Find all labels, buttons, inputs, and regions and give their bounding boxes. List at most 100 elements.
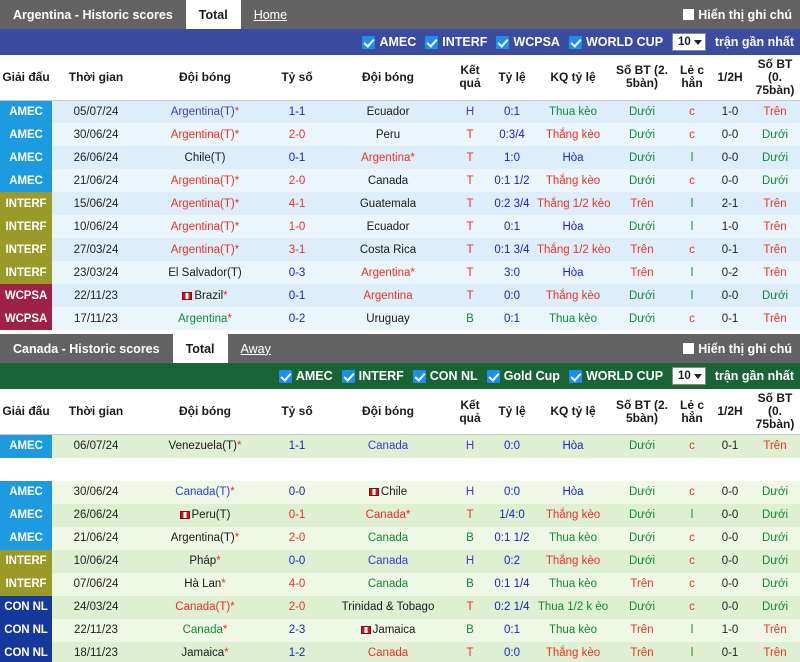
half-time-score: 0-0 bbox=[721, 577, 739, 590]
league-filter-world-cup[interactable]: WORLD CUP bbox=[568, 369, 663, 383]
handicap-odds: 0:1 3/4 bbox=[494, 243, 530, 256]
table-row[interactable]: AMEC 06/07/24 Venezuela(T)* 1-1 Canada H 0:0 Hò… bbox=[0, 434, 800, 458]
team-name: Ecuador bbox=[366, 105, 410, 118]
league-filter-interf[interactable]: INTERF bbox=[425, 35, 487, 49]
show-notes-toggle[interactable]: Hiển thị ghi chú bbox=[683, 334, 792, 363]
handicap-odds: 3:0 bbox=[504, 266, 520, 279]
league-filter-gold-cup[interactable]: Gold Cup bbox=[486, 369, 560, 383]
team-cell: Argentina(T)* bbox=[140, 100, 270, 123]
home-marker-star: * bbox=[224, 646, 229, 659]
table-row[interactable]: INTERF 10/06/24 Pháp* 0-0 Canada H 0:2 Thắng kè… bbox=[0, 549, 800, 573]
league-badge: CON NL bbox=[0, 595, 52, 619]
team-cell: Argentina bbox=[324, 284, 452, 307]
team-cell: Canada bbox=[324, 435, 452, 458]
half-time-score: 0-0 bbox=[721, 151, 739, 164]
match-result: T bbox=[466, 174, 474, 187]
league-badge: WCPSA bbox=[0, 307, 52, 331]
team-cell: Chile bbox=[324, 481, 452, 504]
table-row[interactable]: AMEC 26/06/24 Chile(T) 0-1 Argentina* T 1:0 Hòa… bbox=[0, 146, 800, 170]
match-date: 23/03/24 bbox=[73, 266, 119, 279]
show-notes-toggle[interactable]: Hiển thị ghi chú bbox=[683, 0, 792, 29]
team-name: Chile bbox=[380, 485, 408, 498]
column-header-1: Thời gian bbox=[52, 389, 140, 436]
table-row[interactable]: CON NL 22/11/23 Canada* 2-3 Jamaica B 0:1 Thua … bbox=[0, 618, 800, 642]
handicap-odds: 1:0 bbox=[504, 151, 520, 164]
league-filter-amec[interactable]: AMEC bbox=[362, 35, 416, 49]
checkbox-checked-icon[interactable] bbox=[278, 369, 292, 383]
handicap-odds: 0:1 bbox=[504, 312, 520, 325]
team-cell: Pháp* bbox=[140, 550, 270, 573]
checkbox-checked-icon[interactable] bbox=[496, 35, 510, 49]
handicap-result: Thua kèo bbox=[549, 312, 597, 325]
table-row[interactable]: INTERF 15/06/24 Argentina(T)* 4-1 Guatemala T… bbox=[0, 192, 800, 216]
team-cell: Peru bbox=[324, 123, 452, 146]
table-row[interactable]: AMEC 30/06/24 Canada(T)* 0-0 Chile H 0:0 Hòa Dướ… bbox=[0, 480, 800, 504]
league-filter-con-nl[interactable]: CON NL bbox=[412, 369, 478, 383]
team-cell: Argentina(T)* bbox=[140, 215, 270, 238]
table-row[interactable]: INTERF 23/03/24 El Salvador(T) 0-3 Argentina… bbox=[0, 261, 800, 285]
table-row[interactable]: CON NL 18/11/23 Jamaica* 1-2 Canada T 0:0 Thắng… bbox=[0, 641, 800, 662]
table-row[interactable]: AMEC 21/06/24 Argentina(T)* 2-0 Canada B 0:1 1… bbox=[0, 526, 800, 550]
table-row[interactable]: AMEC 30/06/24 Argentina(T)* 2-0 Peru T 0:3/4 Th… bbox=[0, 123, 800, 147]
match-score: 0-1 bbox=[288, 508, 306, 521]
checkbox-checked-icon[interactable] bbox=[362, 35, 376, 49]
team-cell: Jamaica bbox=[324, 619, 452, 642]
match-score: 2-0 bbox=[288, 174, 306, 187]
match-result: B bbox=[466, 312, 474, 325]
match-count-select[interactable]: 10 bbox=[672, 367, 706, 386]
show-notes-label: Hiển thị ghi chú bbox=[698, 341, 792, 356]
league-badge: INTERF bbox=[0, 572, 52, 596]
checkbox-checked-icon[interactable] bbox=[568, 369, 582, 383]
home-marker-star: * bbox=[405, 508, 411, 521]
tab-home[interactable]: Home bbox=[241, 0, 300, 29]
tab-away[interactable]: Away bbox=[228, 334, 284, 363]
checkbox-checked-icon[interactable] bbox=[412, 369, 426, 383]
table-row[interactable]: WCPSA 17/11/23 Argentina* 0-2 Uruguay B 0:1 Thu… bbox=[0, 307, 800, 331]
match-count-select[interactable]: 10 bbox=[672, 33, 706, 51]
match-result: T bbox=[466, 289, 474, 302]
checkbox-checked-icon[interactable] bbox=[486, 369, 500, 383]
tab-total[interactable]: Total bbox=[185, 0, 241, 29]
table-row[interactable]: AMEC 26/06/24 Peru(T) 0-1 Canada* T 1/4:0 Thắng… bbox=[0, 503, 800, 527]
over-under-075: Dưới bbox=[761, 600, 789, 613]
match-result: H bbox=[465, 485, 475, 498]
home-marker-star: * bbox=[234, 128, 240, 141]
table-row[interactable]: AMEC 21/06/24 Argentina(T)* 2-0 Canada T 0:1 1… bbox=[0, 169, 800, 193]
match-result: H bbox=[465, 105, 475, 118]
table-row[interactable]: INTERF 27/03/24 Argentina(T)* 3-1 Costa Rica… bbox=[0, 238, 800, 262]
home-marker-star: * bbox=[410, 151, 415, 164]
league-filter-world-cup[interactable]: WORLD CUP bbox=[568, 35, 663, 49]
table-row[interactable]: CON NL 24/03/24 Canada(T)* 2-0 Trinidad & To… bbox=[0, 595, 800, 619]
score-block-canada: Canada - Historic scores Total Away Hiển th… bbox=[0, 334, 800, 662]
team-name: Canada bbox=[182, 623, 223, 636]
league-filter-amec[interactable]: AMEC bbox=[278, 369, 333, 383]
checkbox-checked-icon[interactable] bbox=[341, 369, 355, 383]
table-row[interactable]: AMEC 05/07/24 Argentina(T)* 1-1 Ecuador H 0:1 T… bbox=[0, 100, 800, 124]
column-header-1: Thời gian bbox=[52, 55, 140, 101]
over-under-075: Trên bbox=[763, 197, 787, 210]
league-filter-wcpsa[interactable]: WCPSA bbox=[496, 35, 560, 49]
home-marker-star: * bbox=[234, 105, 240, 118]
over-under-25: Dưới bbox=[628, 531, 656, 544]
over-under-25: Dưới bbox=[628, 554, 656, 567]
over-under-075: Dưới bbox=[761, 554, 789, 567]
checkbox-icon[interactable] bbox=[683, 343, 695, 355]
column-header-8: Số BT (2. 5bàn) bbox=[610, 389, 674, 436]
match-date: 06/07/24 bbox=[73, 440, 119, 453]
checkbox-icon[interactable] bbox=[683, 9, 695, 20]
tab-total[interactable]: Total bbox=[172, 334, 228, 364]
checkbox-checked-icon[interactable] bbox=[425, 35, 439, 49]
match-result: T bbox=[466, 243, 474, 256]
match-date: 22/11/23 bbox=[74, 623, 118, 636]
match-score: 0-3 bbox=[288, 266, 306, 279]
checkbox-checked-icon[interactable] bbox=[568, 35, 582, 49]
odd-even: c bbox=[689, 128, 695, 141]
table-header-row: Giải đấu Thời gian Đội bóng Tỷ số Đội bóng Kế… bbox=[0, 389, 800, 436]
half-time-score: 1-0 bbox=[721, 105, 739, 118]
column-header-3: Tỷ số bbox=[270, 55, 324, 101]
table-row[interactable]: INTERF 07/06/24 Hà Lan* 4-0 Canada B 0:1 1/4 Th… bbox=[0, 572, 800, 596]
league-filter-interf[interactable]: INTERF bbox=[341, 369, 404, 383]
table-row[interactable]: INTERF 10/06/24 Argentina(T)* 1-0 Ecuador T 0:… bbox=[0, 215, 800, 239]
match-score: 0-0 bbox=[288, 554, 306, 567]
table-row[interactable]: WCPSA 22/11/23 Brazil* 0-1 Argentina T 0:0 Thắn… bbox=[0, 284, 800, 308]
